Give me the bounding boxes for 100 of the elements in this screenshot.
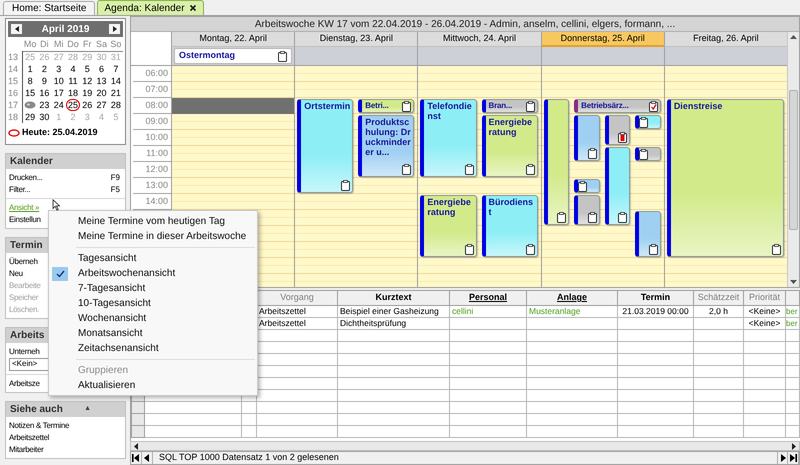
previous-record-button[interactable]: [142, 452, 153, 464]
table-cell: 2,0 h: [709, 306, 728, 316]
event-title: Ostermontag: [179, 49, 236, 62]
appointment-card[interactable]: [574, 179, 600, 193]
calendar-day[interactable]: 1: [26, 64, 34, 74]
menu-link[interactable]: Arbeitszettel: [9, 432, 50, 442]
calendar-day[interactable]: 6: [98, 64, 106, 74]
clipboard-icon: [278, 50, 288, 62]
calendar-day[interactable]: 10: [52, 76, 65, 86]
menu-item[interactable]: Meine Termine vom heutigen Tag: [49, 214, 257, 229]
calendar-day[interactable]: 25: [66, 99, 80, 111]
menu-item[interactable]: 10-Tagesansicht: [49, 296, 257, 311]
day-header[interactable]: Donnerstag, 25. April: [540, 32, 664, 47]
calendar-day[interactable]: 2: [40, 64, 48, 74]
menu-item[interactable]: Wochenansicht: [49, 311, 257, 326]
calendar-day[interactable]: 16: [38, 88, 50, 98]
today-link[interactable]: Heute: 25.04.2019: [22, 126, 98, 140]
appointment-card[interactable]: [635, 211, 661, 257]
calendar-day[interactable]: 27: [96, 100, 108, 110]
calendar-day[interactable]: 19: [81, 88, 94, 98]
appointment-card[interactable]: Bran...: [482, 99, 538, 113]
menu-link[interactable]: Drucken...: [9, 172, 42, 182]
appointment-card[interactable]: Dienstreise: [666, 99, 784, 257]
shortcut-label: F9: [110, 172, 120, 182]
appointment-card[interactable]: [604, 115, 630, 145]
clipboard-icon: [526, 100, 535, 112]
menu-link[interactable]: Überneh: [9, 256, 38, 266]
tab[interactable]: Agenda: Kalender: [97, 0, 204, 15]
calendar-day[interactable]: 8: [26, 76, 34, 86]
previous-month-button[interactable]: [11, 24, 22, 34]
week-number: 14: [8, 63, 20, 75]
menu-item[interactable]: Aktualisieren: [49, 378, 257, 393]
appointment-card[interactable]: Betriebsärz...: [574, 99, 661, 113]
calendar-day[interactable]: 18: [66, 88, 79, 98]
menu-item[interactable]: Tagesansicht: [49, 251, 257, 266]
calendar-day[interactable]: 13: [96, 76, 108, 86]
calendar-day[interactable]: 5: [84, 64, 91, 74]
calendar-day[interactable]: 24: [52, 100, 65, 110]
next-record-button[interactable]: [777, 452, 788, 464]
appointment-card[interactable]: Bürodienst: [482, 195, 538, 257]
appointment-card[interactable]: Energieberatung: [482, 115, 538, 177]
calendar-day[interactable]: 15: [24, 88, 36, 98]
appointment-card[interactable]: Produktschulung: Druckminderer u...: [358, 115, 414, 177]
calendar-day[interactable]: 20: [96, 88, 108, 98]
calendar-day[interactable]: 7: [112, 64, 120, 74]
table-cell: Dichtheitsprüfung: [340, 318, 406, 328]
calendar-day[interactable]: 3: [55, 64, 62, 74]
tab[interactable]: Home: Startseite: [3, 1, 96, 15]
view-link[interactable]: Ansicht »: [9, 202, 40, 212]
calendar-day[interactable]: 11: [67, 76, 79, 86]
day-header[interactable]: Mittwoch, 24. April: [417, 32, 541, 47]
calendar-day[interactable]: 23: [38, 100, 50, 110]
menu-link[interactable]: Neu: [9, 268, 23, 278]
appointment-card[interactable]: Telefondienst: [420, 99, 476, 177]
menu-item[interactable]: Monatsansicht: [49, 326, 257, 341]
calendar-day[interactable]: 4: [69, 64, 76, 74]
clipboard-icon: [464, 244, 474, 255]
menu-item[interactable]: 7-Tagesansicht: [49, 281, 257, 296]
menu-item[interactable]: Zeitachsenansicht: [49, 341, 257, 356]
appointment-card[interactable]: [574, 195, 600, 225]
time-label: 13:00: [145, 178, 168, 192]
appointment-card[interactable]: [635, 115, 661, 129]
appointment-card[interactable]: Energieberatung: [420, 195, 476, 257]
menu-link[interactable]: Notizen & Termine: [9, 420, 70, 430]
event-title: Bürodienst: [488, 196, 534, 217]
appointment-card[interactable]: [544, 99, 570, 225]
calendar-day[interactable]: 14: [110, 76, 122, 86]
appointment-card[interactable]: Betri...: [358, 99, 414, 113]
scrollbar-thumb[interactable]: [789, 90, 798, 230]
appointment-card[interactable]: Ortstermin: [297, 99, 354, 193]
day-header[interactable]: Dienstag, 23. April: [294, 32, 418, 47]
calendar-day[interactable]: 28: [110, 100, 122, 110]
calendar-day[interactable]: 12: [81, 76, 94, 86]
next-month-button[interactable]: [109, 24, 120, 34]
first-record-button[interactable]: [131, 452, 142, 464]
week-number: 15: [8, 75, 20, 87]
clipboard-icon: [618, 212, 628, 223]
menu-link[interactable]: Filter...: [9, 184, 30, 194]
appointment-card[interactable]: [574, 115, 600, 161]
day-header[interactable]: Freitag, 26. April: [664, 32, 788, 47]
menu-item[interactable]: Arbeitswochenansicht: [49, 266, 257, 281]
panel-title: Siehe auch: [10, 402, 63, 416]
calendar-day[interactable]: 17: [52, 88, 65, 98]
clipboard-icon: [588, 148, 597, 159]
vertical-scrollbar[interactable]: [787, 32, 799, 287]
calendar-day[interactable]: 29: [24, 112, 36, 122]
day-header[interactable]: Montag, 22. April: [171, 32, 294, 47]
menu-item[interactable]: Meine Termine in dieser Arbeitswoche: [49, 229, 257, 244]
calendar-day[interactable]: 9: [40, 76, 48, 86]
last-record-button[interactable]: [788, 452, 799, 464]
clipboard-icon: [341, 180, 350, 191]
calendar-day[interactable]: 30: [38, 112, 50, 122]
calendar-day[interactable]: 26: [81, 100, 94, 110]
horizontal-scrollbar[interactable]: [130, 441, 800, 451]
menu-link[interactable]: Mitarbeiter: [9, 444, 44, 454]
calendar-day[interactable]: 21: [110, 88, 122, 98]
event-title: Produktschulung: Druckminderer u...: [364, 116, 412, 157]
appointment-card[interactable]: [604, 147, 630, 225]
appointment-card[interactable]: [635, 147, 661, 161]
menu-link[interactable]: Einstellun: [9, 214, 41, 224]
